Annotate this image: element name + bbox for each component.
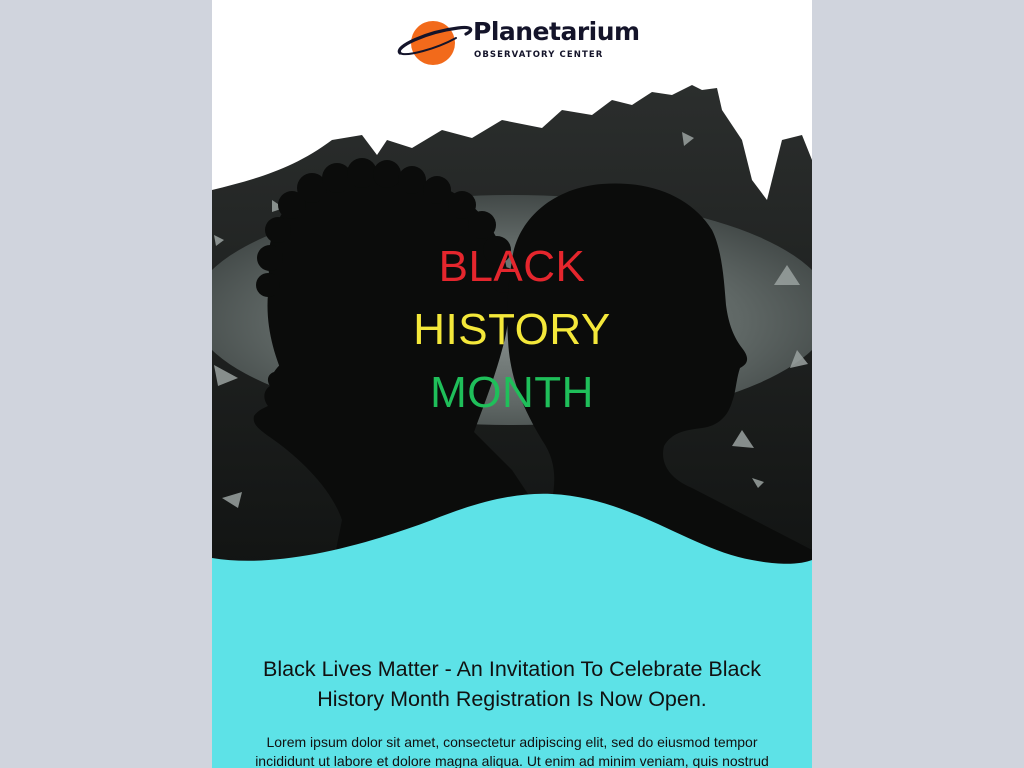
brand-tagline: OBSERVATORY CENTER <box>474 50 604 60</box>
headline-history: HISTORY <box>413 305 611 354</box>
planet-icon <box>397 21 473 65</box>
brand-name: Planetarium <box>473 17 640 46</box>
headline-black: BLACK <box>438 242 586 291</box>
invitation-heading: Black Lives Matter - An Invitation To Ce… <box>263 657 761 711</box>
body-paragraph: Lorem ipsum dolor sit amet, consectetur … <box>255 734 769 768</box>
headline-month: MONTH <box>430 368 594 417</box>
planetarium-logo[interactable]: Planetarium OBSERVATORY CENTER <box>396 16 640 68</box>
email-canvas: Planetarium OBSERVATORY CENTER BLACK HIS… <box>212 0 812 768</box>
